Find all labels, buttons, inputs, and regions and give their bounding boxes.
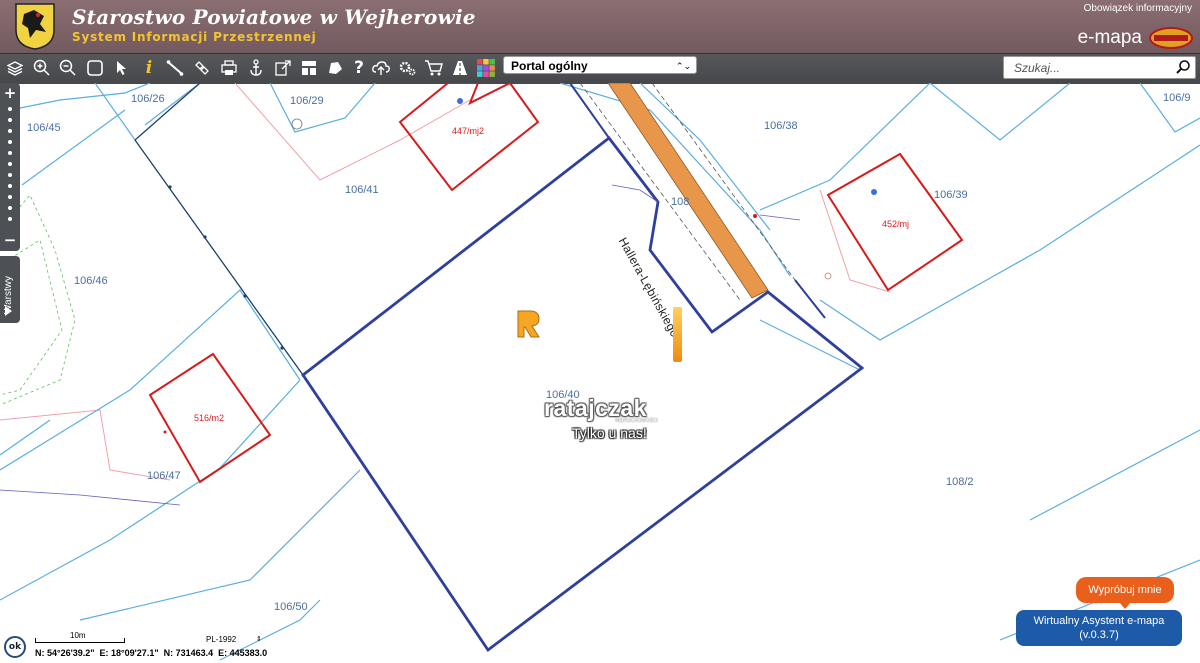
upload-icon[interactable]: [370, 57, 392, 79]
road-icon[interactable]: [449, 57, 471, 79]
scale-bar: [35, 638, 125, 643]
zoom-level-dot[interactable]: [8, 162, 12, 166]
link-icon[interactable]: [191, 57, 213, 79]
info-icon[interactable]: i: [138, 57, 160, 79]
fence-line: [134, 83, 304, 376]
settings-icon[interactable]: [396, 57, 418, 79]
crs-select[interactable]: PL-1992: [206, 635, 236, 644]
full-extent-icon[interactable]: [84, 57, 106, 79]
well-symbol: [291, 118, 303, 130]
parcel-label[interactable]: 106/39: [934, 189, 968, 201]
portal-select[interactable]: Portal ogólny ⌃⌄: [503, 56, 697, 74]
geosystem-logo: [1149, 27, 1193, 49]
chevron-updown-icon: ⌃⌄: [675, 61, 691, 71]
zoom-level-dot[interactable]: [8, 129, 12, 133]
export-icon[interactable]: [272, 57, 294, 79]
parcel-label[interactable]: 106/41: [345, 184, 379, 196]
parcel-label[interactable]: 106/46: [74, 275, 108, 287]
info-obligation-link[interactable]: Obowiązek informacyjny: [1084, 3, 1192, 14]
pointer-icon[interactable]: [111, 57, 133, 79]
zoom-out-button[interactable]: −: [0, 233, 20, 248]
map-graphics: [0, 83, 1200, 661]
zoom-level-dot[interactable]: [8, 173, 12, 177]
parcel-label[interactable]: 106/47: [147, 470, 181, 482]
zoom-level-dot[interactable]: [8, 217, 12, 221]
zoom-level-dot[interactable]: [8, 107, 12, 111]
measure-icon[interactable]: [164, 57, 186, 79]
zoom-level-dot[interactable]: [8, 195, 12, 199]
zoom-level-dot[interactable]: [8, 118, 12, 122]
watermark-tagline: Tylko u nas!: [572, 425, 647, 441]
zoom-in-button[interactable]: +: [0, 86, 20, 101]
selected-parcel-outline: [301, 136, 865, 653]
color-tiles-icon[interactable]: [475, 57, 497, 79]
parcel-label[interactable]: 108/2: [946, 476, 974, 488]
try-me-button[interactable]: Wypróbuj mnie: [1076, 577, 1174, 603]
zoom-level-dot[interactable]: [8, 151, 12, 155]
assistant-name: Wirtualny Asystent e-mapa: [1033, 615, 1165, 627]
assistant-version: (v.0.3.7): [1079, 629, 1119, 641]
zoom-level-dot[interactable]: [8, 206, 12, 210]
parcel-edge-east: [794, 279, 826, 319]
tree-symbol: [824, 272, 832, 280]
header-bar: Starostwo Powiatowe w Wejherowie System …: [0, 0, 1200, 53]
search-input[interactable]: [1012, 60, 1176, 76]
map-canvas[interactable]: 106/26 106/29 106/45 106/46 106/47 106/5…: [0, 83, 1200, 663]
zoom-level-dot[interactable]: [8, 184, 12, 188]
watermark-bar: [673, 307, 682, 362]
portal-select-value: Portal ogólny: [511, 59, 588, 73]
search-icon[interactable]: [1175, 59, 1191, 75]
building-label[interactable]: 516/m2: [194, 413, 224, 423]
coordinates-readout: N: 54°26'39.2" E: 18°09'27.1" N: 731463.…: [35, 648, 268, 658]
site-title: Starostwo Powiatowe w Wejherowie: [72, 5, 476, 29]
print-icon[interactable]: [218, 57, 240, 79]
parcel-boundaries: [0, 83, 1200, 661]
layers-icon[interactable]: [4, 57, 26, 79]
draw-icon[interactable]: [324, 57, 346, 79]
layout-icon[interactable]: [298, 57, 320, 79]
watermark-sub: NIERUCHOMOŚCI: [615, 418, 659, 424]
building-label[interactable]: 452/mj: [882, 219, 909, 229]
parcel-label[interactable]: 106/26: [131, 93, 165, 105]
zoom-level-dot[interactable]: [8, 140, 12, 144]
parcel-label[interactable]: 106/45: [27, 122, 61, 134]
help-icon[interactable]: ?: [348, 57, 370, 79]
parcel-label[interactable]: 106/29: [290, 95, 324, 107]
virtual-assistant-button[interactable]: Wirtualny Asystent e-mapa (v.0.3.7): [1016, 610, 1182, 646]
building-outlines: [148, 83, 964, 484]
chevron-updown-icon[interactable]: ⇕: [256, 635, 262, 643]
layers-tab[interactable]: Warstwy: [0, 256, 20, 323]
county-crest-logo: [15, 3, 55, 50]
site-subtitle: System Informacji Przestrzennej: [72, 30, 317, 44]
zoom-out-icon[interactable]: [57, 57, 79, 79]
zoom-in-icon[interactable]: [31, 57, 53, 79]
parcel-label[interactable]: 106/9: [1163, 92, 1191, 104]
parcel-label[interactable]: 106/38: [764, 120, 798, 132]
search-box: [1003, 56, 1196, 79]
speech-tail: [1119, 602, 1131, 609]
zoom-rail: + −: [0, 83, 20, 251]
parcel-label[interactable]: 106/50: [274, 601, 308, 613]
ok-button[interactable]: ok: [4, 636, 26, 658]
parcel-label[interactable]: 108: [671, 196, 689, 208]
ratajczak-logo-mark: [517, 310, 540, 338]
building-label[interactable]: 447/mj2: [452, 126, 484, 136]
cart-icon[interactable]: [423, 57, 445, 79]
emapa-logo: e-mapa: [1077, 27, 1142, 48]
anchor-icon[interactable]: [245, 57, 267, 79]
triangle-right-icon: [5, 306, 12, 316]
